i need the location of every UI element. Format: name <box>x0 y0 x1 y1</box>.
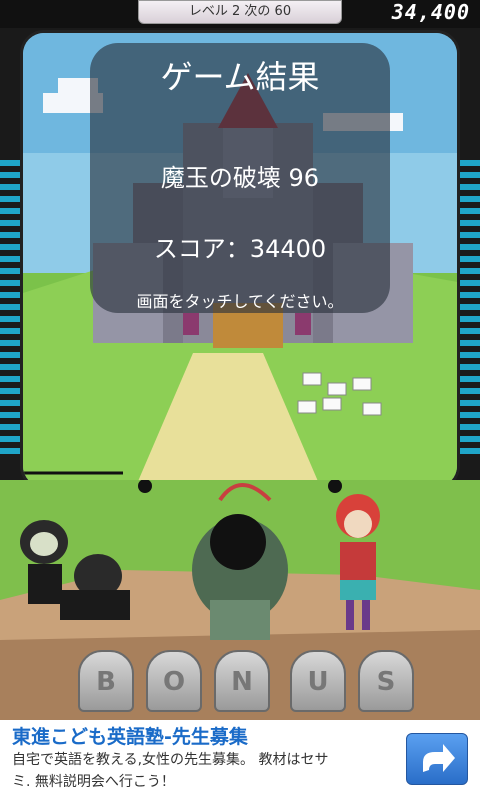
right-side-bars <box>458 160 480 460</box>
bonus-stone-o: O <box>146 650 202 712</box>
left-side-bars <box>0 160 22 460</box>
touch-prompt: 画面をタッチしてください。 <box>136 292 344 311</box>
level-label: レベル 2 次の 60 <box>188 4 292 19</box>
ad-title[interactable]: 東進こども英語塾-先生募集 <box>12 722 248 749</box>
ad-body-line-2: ミ. 無料説明会へ行こう！ <box>12 774 175 790</box>
ad-body-line-1: 自宅で英語を教える,女性の先生募集。 教材はセサ <box>12 752 329 768</box>
bonus-letter: U <box>307 667 329 697</box>
score-counter: 34,400 <box>391 0 470 24</box>
bonus-letter: O <box>162 667 186 697</box>
bonus-stone-n: N <box>214 650 270 712</box>
bonus-letter: B <box>96 667 116 697</box>
bonus-letter: N <box>231 667 253 697</box>
final-score-text: スコア：34400 <box>153 235 327 263</box>
ad-share-button[interactable] <box>406 733 468 785</box>
share-arrow-icon <box>423 744 455 772</box>
result-title: ゲーム結果 <box>160 58 320 96</box>
bonus-stone-s: S <box>358 650 414 712</box>
level-indicator: レベル 2 次の 60 <box>138 0 342 24</box>
orbs-destroyed-text: 魔玉の破壊 96 <box>160 164 320 192</box>
bonus-stone-u: U <box>290 650 346 712</box>
bonus-letter: S <box>376 667 396 697</box>
bonus-stone-b: B <box>78 650 134 712</box>
